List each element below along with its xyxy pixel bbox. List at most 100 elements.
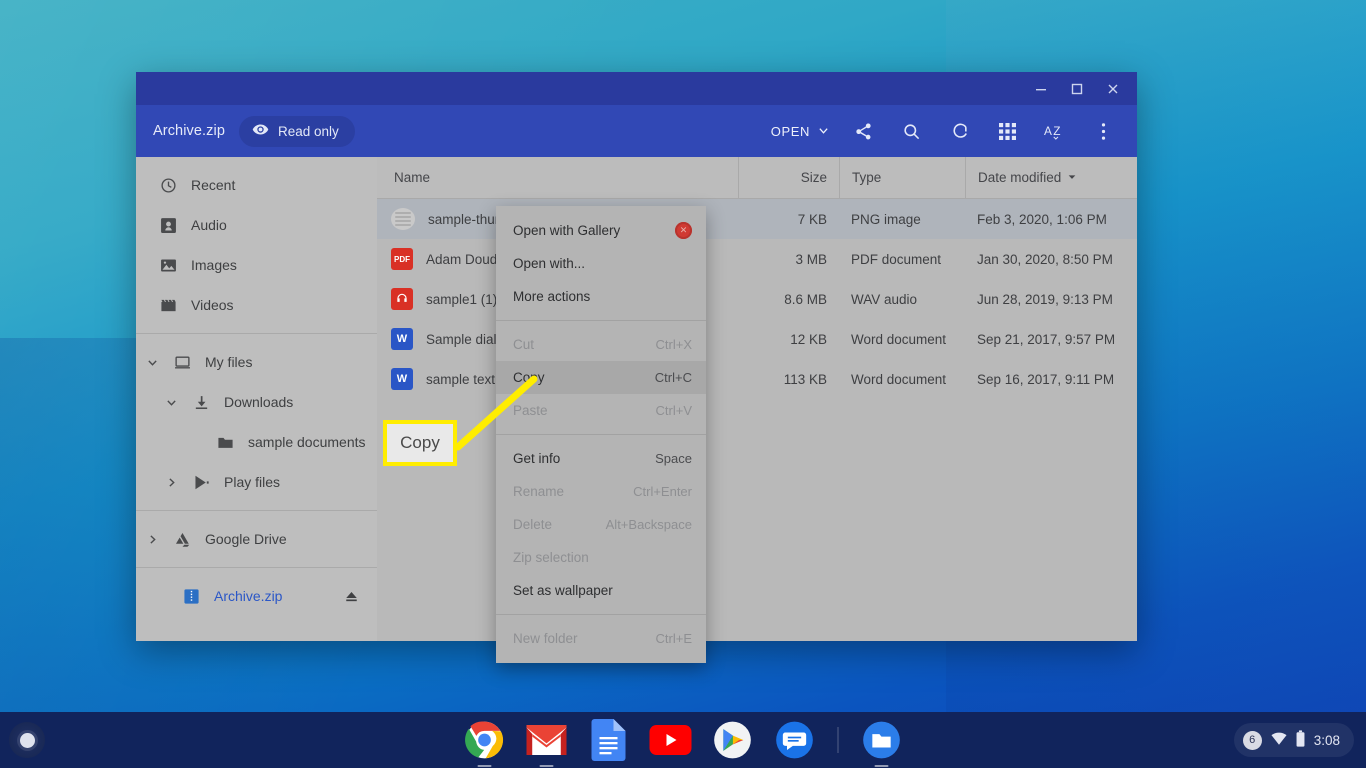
sidebar-item-sample-documents[interactable]: sample documents [136,422,377,462]
menu-item-get-info[interactable]: Get info Space [496,442,706,475]
svg-text:A: A [1044,124,1052,138]
column-header-name[interactable]: Name [377,156,739,199]
sidebar-item-archive-zip[interactable]: Archive.zip [136,576,377,616]
running-indicator [477,765,492,767]
sidebar-item-my-files[interactable]: My files [136,342,377,382]
menu-item-label: Copy [513,370,545,385]
gmail-app-icon[interactable] [526,719,568,767]
chevron-down-icon[interactable] [164,397,178,408]
open-button-label: OPEN [770,123,810,139]
sidebar-label: Videos [191,297,234,313]
word-file-icon: W [391,368,413,390]
sidebar-divider-1 [136,333,377,334]
refresh-icon[interactable] [939,111,979,151]
menu-item-accelerator: Ctrl+E [655,631,692,646]
menu-item-label: Get info [513,451,561,466]
file-date: Jun 28, 2019, 9:13 PM [977,291,1113,307]
sidebar-label: Play files [224,474,281,490]
launcher-button[interactable] [9,722,45,758]
sidebar-label: Recent [191,177,236,193]
svg-text:Z: Z [1053,124,1060,138]
menu-item-open-with[interactable]: Open with... [496,247,706,280]
menu-item-accelerator: Ctrl+V [655,403,692,418]
menu-item-label: Open with Gallery [513,223,621,238]
menu-item-label: Cut [513,337,535,352]
read-only-badge[interactable]: Read only [239,115,355,147]
play-store-app-icon[interactable] [712,719,754,761]
download-icon [192,393,210,411]
messages-app-icon[interactable] [774,719,816,761]
file-list-pane: Name Size Type Date modified sample-thum… [377,156,1137,641]
column-header-size[interactable]: Size [739,157,839,199]
files-app-icon[interactable] [861,719,903,767]
sidebar-item-images[interactable]: Images [136,245,377,285]
shelf-divider [837,727,839,753]
menu-item-rename: Rename Ctrl+Enter [496,475,706,508]
sidebar-label: Audio [191,217,227,233]
file-type: PDF document [851,251,942,267]
sidebar-item-audio[interactable]: Audio [136,205,377,245]
file-size: 3 MB [795,251,827,267]
menu-item-open-with-gallery[interactable]: Open with Gallery ✕ [496,214,706,247]
table-row[interactable]: PDF Adam Doud Writing Sample.pdf 3 MB PD… [377,239,1137,279]
menu-item-zip-selection: Zip selection [496,541,706,574]
sidebar-item-play-files[interactable]: Play files [136,462,377,502]
menu-item-more-actions[interactable]: More actions [496,280,706,313]
sidebar-label: My files [205,354,253,370]
system-tray[interactable]: 6 3:08 [1233,723,1354,757]
menu-item-cut: Cut Ctrl+X [496,328,706,361]
sidebar-item-google-drive[interactable]: Google Drive [136,519,377,559]
column-header-type[interactable]: Type [839,156,965,199]
battery-icon [1296,730,1305,750]
more-options-icon[interactable] [1083,111,1123,151]
file-type: Word document [851,331,947,347]
column-header-date-modified[interactable]: Date modified [965,156,1137,199]
file-size: 8.6 MB [784,291,827,307]
running-indicator [874,765,889,767]
sidebar-item-recent[interactable]: Recent [136,165,377,205]
search-icon[interactable] [891,111,931,151]
table-row[interactable]: sample1 (1).wav 8.6 MB WAV audio Jun 28,… [377,279,1137,319]
file-size: 113 KB [783,371,827,387]
file-type: WAV audio [851,291,918,307]
sidebar-label: Images [191,257,237,273]
menu-item-accelerator: Ctrl+Enter [633,484,692,499]
sidebar-item-downloads[interactable]: Downloads [136,382,377,422]
table-row[interactable]: sample-thumbnail.png 7 KB PNG image Feb … [377,199,1137,239]
close-icon[interactable] [1095,74,1131,104]
wifi-icon [1271,732,1287,748]
shelf: 6 3:08 [0,712,1366,768]
chrome-app-icon[interactable] [464,719,506,767]
menu-item-copy[interactable]: Copy Ctrl+C [496,361,706,394]
chevron-down-icon[interactable] [145,357,159,368]
table-row[interactable]: W sample text.docx 113 KB Word document … [377,359,1137,399]
minimize-icon[interactable] [1023,74,1059,104]
youtube-app-icon[interactable] [649,719,692,761]
eject-icon[interactable] [344,589,359,604]
clock-time: 3:08 [1313,732,1340,748]
sidebar-item-videos[interactable]: Videos [136,285,377,325]
share-icon[interactable] [843,111,883,151]
menu-item-label: Zip selection [513,550,589,565]
file-date: Sep 16, 2017, 9:11 PM [977,371,1115,387]
app-toolbar: Archive.zip Read only OPEN A Z [136,105,1137,157]
sort-descending-icon [1067,170,1077,185]
grid-view-icon[interactable] [987,111,1027,151]
maximize-icon[interactable] [1059,74,1095,104]
google-docs-app-icon[interactable] [588,719,630,761]
image-icon [159,256,177,274]
menu-item-set-as-wallpaper[interactable]: Set as wallpaper [496,574,706,607]
sidebar-label: Google Drive [205,531,287,547]
app-title: Archive.zip [153,123,226,139]
chevron-right-icon[interactable] [145,534,159,545]
file-date: Jan 30, 2020, 8:50 PM [977,251,1113,267]
open-button[interactable]: OPEN [767,118,835,145]
table-row[interactable]: W Sample dialogue.docx 12 KB Word docume… [377,319,1137,359]
menu-item-new-folder: New folder Ctrl+E [496,622,706,655]
chevron-right-icon[interactable] [164,477,178,488]
sort-az-icon[interactable]: A Z [1035,111,1075,151]
eye-icon [252,121,269,141]
pdf-file-icon: PDF [391,248,413,270]
play-store-icon [192,473,210,491]
notification-count-badge: 6 [1242,730,1262,750]
